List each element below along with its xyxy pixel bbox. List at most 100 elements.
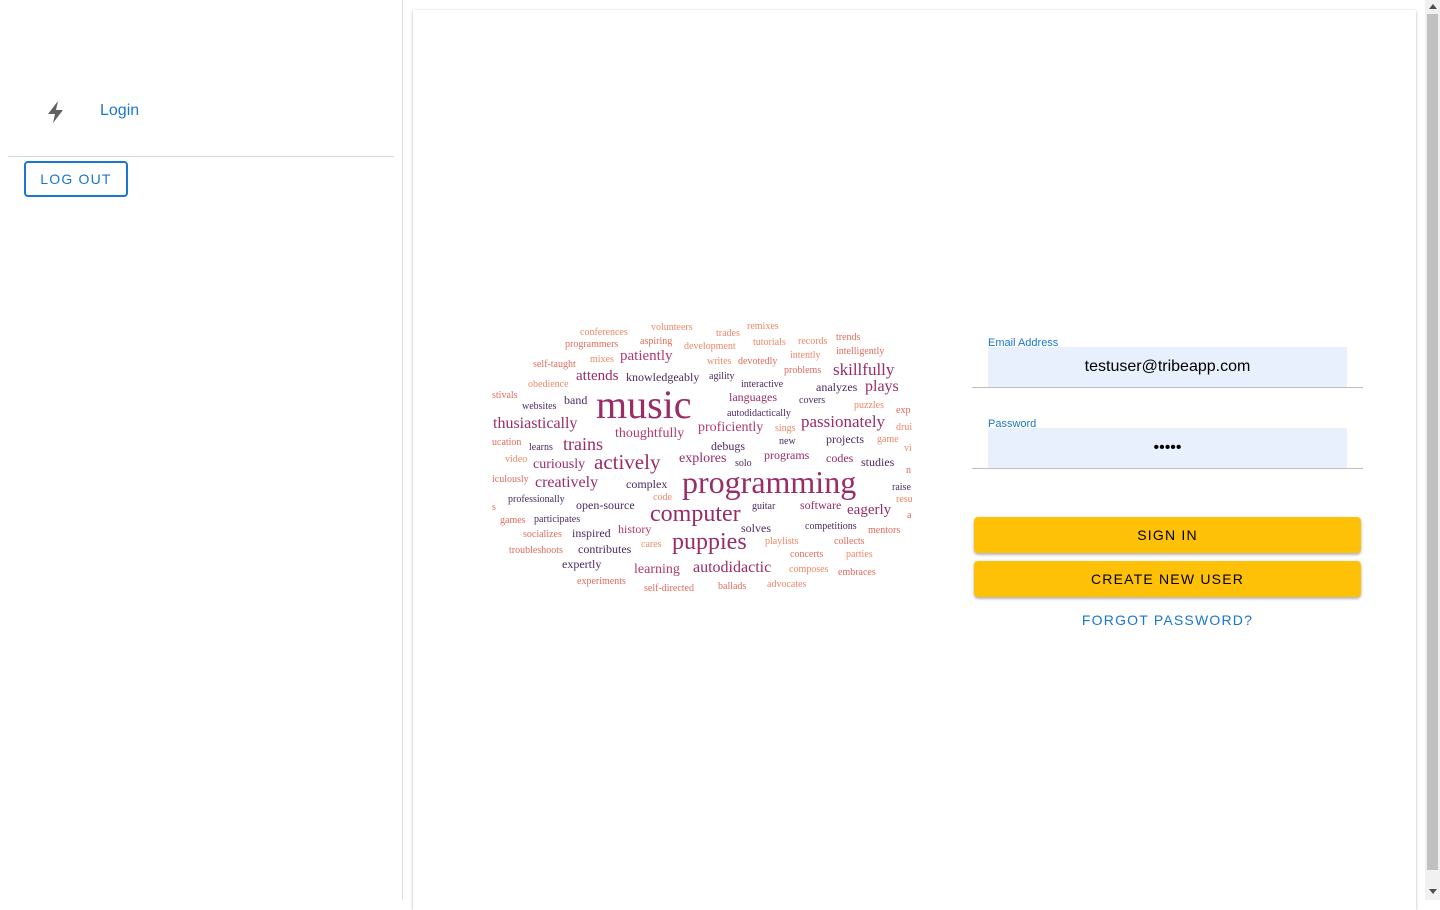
word-cloud-word: agility: [709, 371, 735, 382]
word-cloud-word: inspired: [572, 526, 611, 540]
word-cloud-word: creatively: [535, 474, 599, 491]
word-cloud-word: programming: [682, 464, 857, 500]
scrollbar-thumb[interactable]: [1427, 14, 1438, 870]
word-cloud-word: iculously: [492, 474, 529, 485]
word-cloud-word: expertly: [562, 557, 602, 571]
scrollbar[interactable]: [1425, 0, 1440, 900]
word-cloud-word: thoughtfully: [615, 426, 685, 441]
word-cloud-word: computer: [650, 501, 741, 527]
word-cloud-word: puppies: [672, 529, 747, 555]
word-cloud-word: resu: [896, 494, 912, 505]
word-cloud-word: plays: [865, 378, 899, 395]
word-cloud-word: collects: [834, 536, 865, 547]
word-cloud-word: concerts: [790, 549, 824, 560]
word-cloud-word: mentors: [868, 525, 901, 536]
email-field[interactable]: [988, 347, 1347, 387]
word-cloud-word: video: [505, 454, 528, 465]
word-cloud-word: patiently: [620, 348, 673, 364]
word-cloud-word: codes: [826, 451, 854, 465]
word-cloud-word: exp: [896, 405, 911, 416]
word-cloud-word: professionally: [508, 494, 565, 505]
word-cloud-word: game: [877, 434, 899, 445]
word-cloud-word: development: [684, 341, 736, 352]
word-cloud-word: obedience: [528, 379, 569, 390]
word-cloud-word: thusiastically: [493, 415, 578, 432]
word-cloud-word: autodidactically: [727, 408, 791, 419]
word-cloud-word: curiously: [533, 457, 586, 472]
word-cloud-word: puzzles: [854, 400, 884, 411]
word-cloud-word: intelligently: [836, 346, 885, 357]
word-cloud-word: autodidactic: [693, 559, 772, 576]
word-cloud-word: websites: [522, 401, 557, 412]
word-cloud-word: covers: [799, 395, 826, 406]
word-cloud-word: interactive: [741, 379, 784, 390]
scroll-down-arrow-icon[interactable]: [1429, 889, 1437, 894]
word-cloud-word: learning: [634, 562, 680, 577]
word-cloud-word: vi: [904, 443, 912, 454]
sidebar-item-login[interactable]: Login: [8, 86, 394, 136]
word-cloud-word: programmers: [565, 339, 619, 350]
word-cloud-word: open-source: [576, 498, 635, 512]
word-cloud-word: troubleshoots: [509, 545, 563, 556]
word-cloud-word: passionately: [801, 412, 886, 431]
word-cloud-word: history: [618, 522, 652, 536]
word-cloud-word: experiments: [577, 576, 626, 587]
word-cloud-word: socializes: [523, 529, 562, 540]
scroll-up-arrow-icon[interactable]: [1429, 4, 1437, 9]
sidebar-item-label: Login: [100, 102, 140, 119]
word-cloud-word: composes: [789, 564, 829, 575]
sidebar: Login LOG OUT: [0, 0, 403, 900]
word-cloud-word: analyzes: [816, 380, 858, 394]
word-cloud-word: raise: [892, 482, 911, 493]
bolt-icon: [46, 100, 66, 124]
sign-in-button[interactable]: SIGN IN: [974, 517, 1361, 553]
word-cloud-word: a: [907, 510, 912, 521]
word-cloud-word: mixes: [590, 354, 614, 365]
word-cloud-word: volunteers: [651, 322, 693, 333]
word-cloud-word: cares: [641, 539, 662, 550]
word-cloud-image: conferences volunteers remixes trades progra…: [492, 318, 912, 598]
forgot-password-link[interactable]: FORGOT PASSWORD?: [974, 612, 1361, 634]
divider: [8, 156, 394, 157]
word-cloud-word: eagerly: [847, 502, 892, 518]
word-cloud-word: ballads: [718, 581, 747, 592]
word-cloud-word: advocates: [767, 579, 807, 590]
word-cloud-word: programs: [764, 448, 810, 462]
word-cloud-word: problems: [784, 365, 822, 376]
password-field[interactable]: [988, 428, 1347, 468]
word-cloud-word: software: [800, 498, 842, 512]
password-underline: [972, 468, 1363, 469]
word-cloud-word: languages: [729, 390, 777, 404]
word-cloud-word: parties: [846, 549, 873, 560]
word-cloud-word: trades: [716, 328, 740, 339]
word-cloud-word: competitions: [805, 521, 857, 532]
email-underline: [972, 387, 1363, 388]
word-cloud-word: contributes: [578, 542, 632, 556]
word-cloud-word: self-taught: [533, 359, 576, 370]
word-cloud-word: guitar: [752, 501, 776, 512]
word-cloud-word: remixes: [747, 321, 779, 332]
word-cloud-word: actively: [594, 450, 661, 474]
word-cloud-word: ucation: [492, 437, 522, 448]
word-cloud-word: studies: [861, 455, 895, 469]
word-cloud-word: new: [779, 436, 796, 447]
word-cloud-word: writes: [707, 356, 732, 367]
word-cloud-word: band: [564, 393, 588, 407]
word-cloud-word: tutorials: [753, 337, 786, 348]
word-cloud-word: learns: [529, 442, 553, 453]
word-cloud-word: trends: [836, 332, 861, 343]
word-cloud-word: conferences: [580, 327, 628, 338]
word-cloud-word: complex: [626, 477, 668, 491]
word-cloud-word: self-directed: [644, 583, 694, 594]
word-cloud-word: skillfully: [833, 360, 895, 379]
word-cloud-word: playlists: [765, 536, 799, 547]
word-cloud-word: aspiring: [640, 336, 673, 347]
word-cloud-word: n: [906, 465, 911, 476]
create-new-user-button[interactable]: CREATE NEW USER: [974, 561, 1361, 597]
word-cloud-word: proficiently: [698, 420, 764, 435]
word-cloud-word: devotedly: [738, 356, 778, 367]
word-cloud-word: drui: [896, 422, 912, 433]
word-cloud-word: sings: [775, 423, 796, 434]
logout-button[interactable]: LOG OUT: [24, 161, 128, 197]
word-cloud-word: participates: [534, 514, 581, 525]
